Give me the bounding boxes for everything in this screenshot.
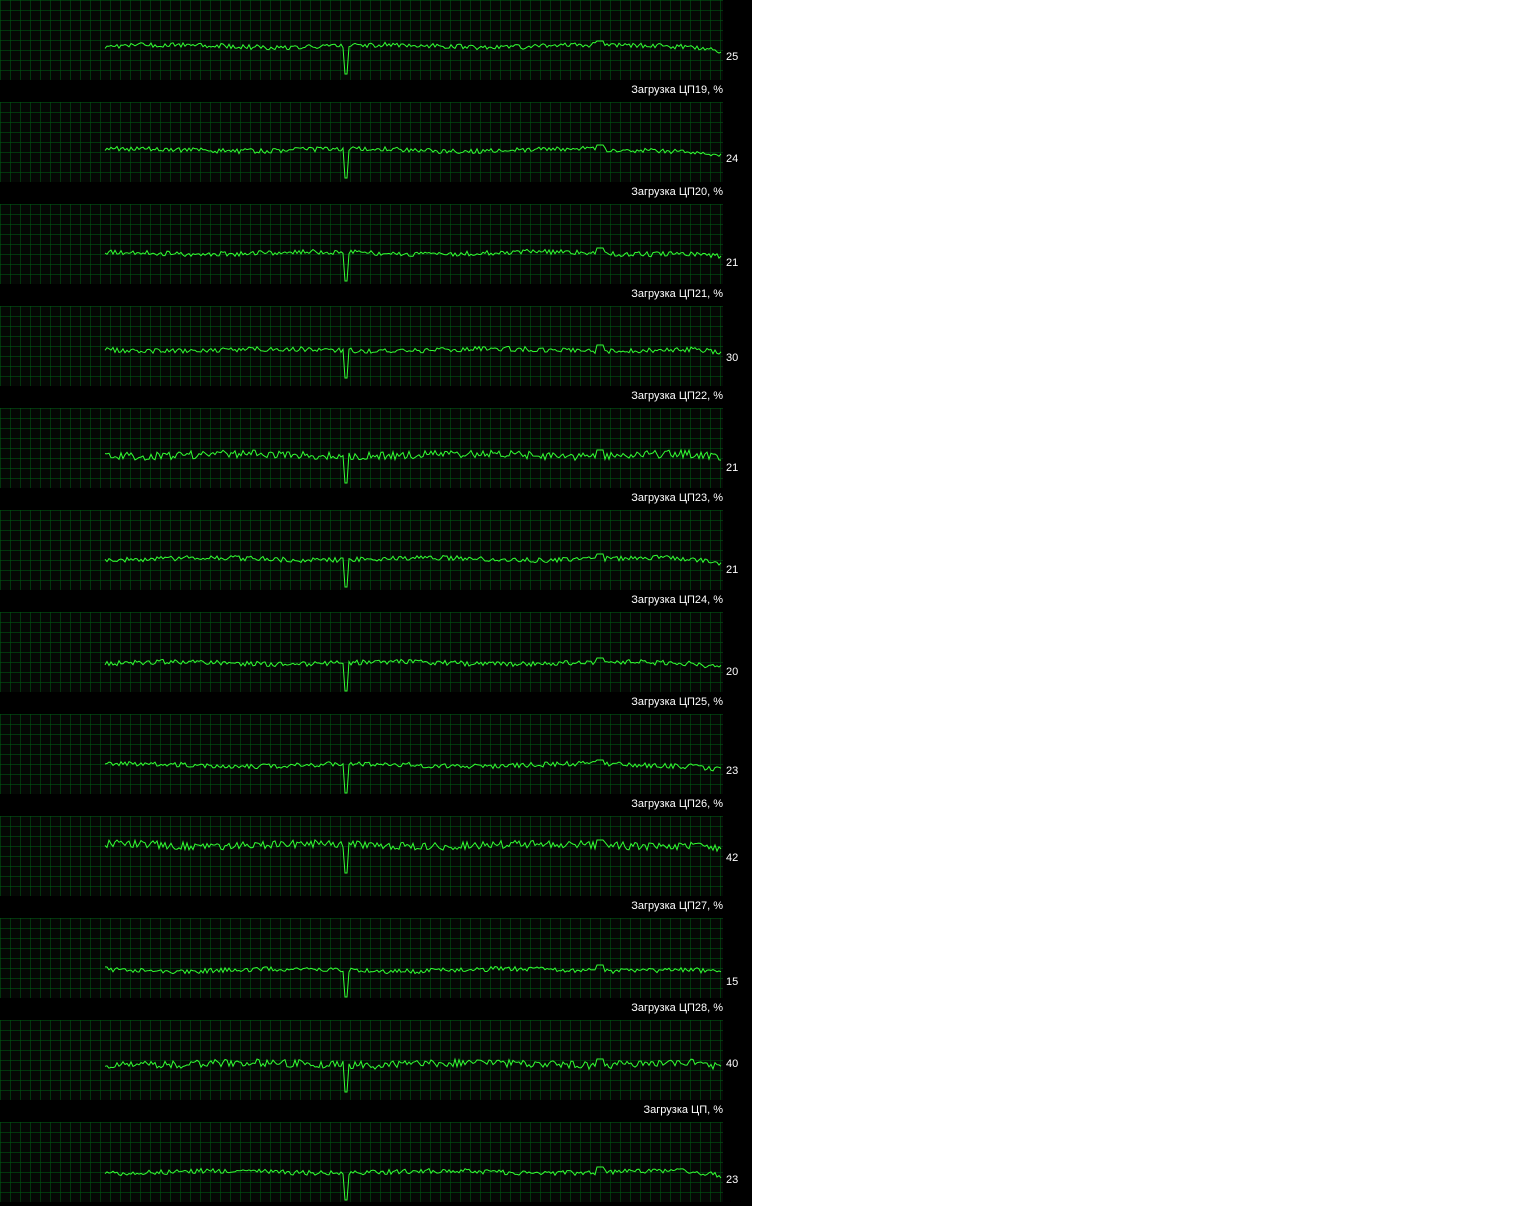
cpu-load-trace bbox=[104, 553, 722, 588]
cpu-graph-panel: 40 Загрузка ЦП, % bbox=[0, 1020, 752, 1122]
graph-title-label: Загрузка ЦП22, % bbox=[631, 390, 723, 402]
graph-title-label: Загрузка ЦП20, % bbox=[631, 186, 723, 198]
graph-title-label: Загрузка ЦП28, % bbox=[631, 1002, 723, 1014]
cpu-graph-grid bbox=[0, 306, 723, 386]
cpu-graph-grid bbox=[0, 816, 723, 896]
cpu-graph-panel: 20 Загрузка ЦП25, % bbox=[0, 612, 752, 714]
cpu-graph-grid bbox=[0, 918, 723, 998]
current-value-label: 24 bbox=[726, 153, 739, 165]
cpu-load-trace bbox=[104, 838, 722, 874]
cpu-load-line bbox=[104, 964, 722, 998]
cpu-load-line bbox=[104, 247, 722, 282]
current-value-label: 25 bbox=[726, 51, 739, 63]
graph-title-label: Загрузка ЦП23, % bbox=[631, 492, 723, 504]
graph-title-label: Загрузка ЦП24, % bbox=[631, 594, 723, 606]
cpu-graph-grid bbox=[0, 0, 723, 80]
cpu-load-trace bbox=[104, 964, 722, 998]
current-value-label: 23 bbox=[726, 1174, 739, 1186]
cpu-load-trace bbox=[104, 448, 722, 484]
graph-title-label: Загрузка ЦП19, % bbox=[631, 84, 723, 96]
cpu-load-trace bbox=[104, 1166, 722, 1201]
current-value-label: 42 bbox=[726, 852, 739, 864]
cpu-graph-panel: 15 Загрузка ЦП28, % bbox=[0, 918, 752, 1020]
cpu-load-line bbox=[104, 144, 722, 179]
graph-title-label: Загрузка ЦП, % bbox=[643, 1104, 723, 1116]
cpu-graph-panel: 23 bbox=[0, 1122, 752, 1206]
blank-area bbox=[752, 0, 1536, 1206]
cpu-load-line bbox=[104, 1057, 722, 1093]
cpu-graph-panel: 30 Загрузка ЦП22, % bbox=[0, 306, 752, 408]
current-value-label: 15 bbox=[726, 976, 739, 988]
cpu-graph-panel: 42 Загрузка ЦП27, % bbox=[0, 816, 752, 918]
current-value-label: 21 bbox=[726, 462, 739, 474]
current-value-label: 40 bbox=[726, 1058, 739, 1070]
current-value-label: 21 bbox=[726, 257, 739, 269]
cpu-graph-panel: 21 Загрузка ЦП24, % bbox=[0, 510, 752, 612]
graph-title-label: Загрузка ЦП26, % bbox=[631, 798, 723, 810]
cpu-load-line bbox=[104, 448, 722, 484]
cpu-load-line bbox=[104, 838, 722, 874]
cpu-load-trace bbox=[104, 1057, 722, 1093]
cpu-load-line bbox=[104, 759, 722, 794]
graph-title-label: Загрузка ЦП21, % bbox=[631, 288, 723, 300]
graph-title-label: Загрузка ЦП27, % bbox=[631, 900, 723, 912]
cpu-load-line bbox=[104, 40, 722, 75]
current-value-label: 30 bbox=[726, 352, 739, 364]
cpu-graph-panel: 25 Загрузка ЦП19, % bbox=[0, 0, 752, 102]
cpu-graph-panel: 21 Загрузка ЦП21, % bbox=[0, 204, 752, 306]
cpu-load-trace bbox=[104, 40, 722, 75]
current-value-label: 21 bbox=[726, 564, 739, 576]
cpu-graph-grid bbox=[0, 714, 723, 794]
cpu-load-trace bbox=[104, 247, 722, 282]
cpu-load-line bbox=[104, 553, 722, 588]
current-value-label: 20 bbox=[726, 666, 739, 678]
cpu-graph-panel: 24 Загрузка ЦП20, % bbox=[0, 102, 752, 204]
cpu-graph-grid bbox=[0, 102, 723, 182]
cpu-graph-grid bbox=[0, 1122, 723, 1202]
cpu-graph-grid bbox=[0, 408, 723, 488]
cpu-load-trace bbox=[104, 344, 722, 379]
cpu-graph-grid bbox=[0, 510, 723, 590]
cpu-graph-grid bbox=[0, 1020, 723, 1100]
cpu-graph-grid bbox=[0, 612, 723, 692]
cpu-load-line bbox=[104, 1166, 722, 1201]
cpu-load-trace bbox=[104, 144, 722, 179]
current-value-label: 23 bbox=[726, 765, 739, 777]
cpu-graph-grid bbox=[0, 204, 723, 284]
cpu-load-line bbox=[104, 657, 722, 692]
cpu-load-monitor: 25 Загрузка ЦП19, % 24 Загрузка ЦП20, % … bbox=[0, 0, 752, 1206]
cpu-load-trace bbox=[104, 759, 722, 794]
graph-title-label: Загрузка ЦП25, % bbox=[631, 696, 723, 708]
cpu-load-trace bbox=[104, 657, 722, 692]
cpu-graph-panel: 21 Загрузка ЦП23, % bbox=[0, 408, 752, 510]
cpu-load-line bbox=[104, 344, 722, 379]
cpu-graph-panel: 23 Загрузка ЦП26, % bbox=[0, 714, 752, 816]
